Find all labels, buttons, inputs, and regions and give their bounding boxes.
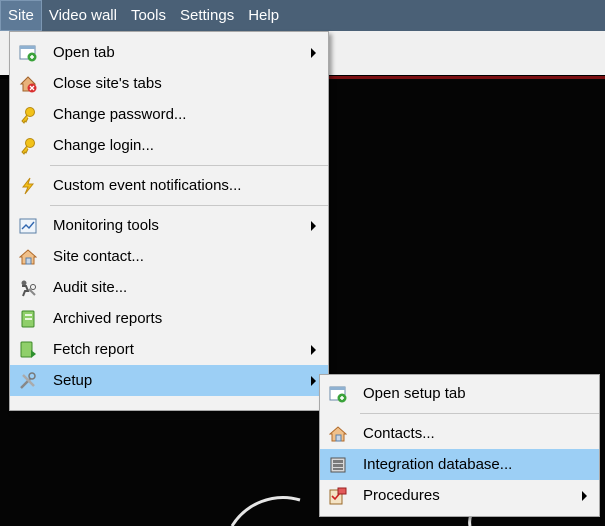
site-menu: Open tab Close site's tabs Change passwo… [9, 31, 329, 411]
menu-item-label: Audit site... [53, 279, 128, 296]
menu-item-open-tab[interactable]: Open tab [10, 37, 328, 68]
menu-item-contacts[interactable]: Contacts... [320, 418, 599, 449]
menu-item-label: Setup [53, 372, 93, 389]
open-tab-icon [18, 43, 38, 63]
audit-icon [18, 278, 38, 298]
menu-item-label: Close site's tabs [53, 75, 162, 92]
menu-item-integration-database[interactable]: Integration database... [320, 449, 599, 480]
menu-item-label: Open tab [53, 44, 115, 61]
menu-separator [360, 413, 599, 414]
open-tab-icon [328, 384, 348, 404]
monitor-chart-icon [18, 216, 38, 236]
menu-separator [50, 165, 328, 166]
menu-item-open-setup-tab[interactable]: Open setup tab [320, 378, 599, 409]
menu-item-label: Monitoring tools [53, 217, 159, 234]
house-contact-icon [18, 247, 38, 267]
menu-item-setup[interactable]: Setup [10, 365, 328, 396]
menu-item-label: Change password... [53, 106, 187, 123]
menu-item-label: Change login... [53, 137, 154, 154]
fetch-report-icon [18, 340, 38, 360]
menu-item-archived-reports[interactable]: Archived reports [10, 303, 328, 334]
menu-item-label: Archived reports [53, 310, 163, 327]
tools-icon [18, 371, 38, 391]
submenu-arrow-icon [311, 375, 316, 386]
lightning-icon [18, 176, 38, 196]
procedures-icon [328, 486, 348, 506]
report-book-icon [18, 309, 38, 329]
menu-item-label: Custom event notifications... [53, 177, 242, 194]
menu-item-label: Open setup tab [363, 385, 466, 402]
menu-item-site-contact[interactable]: Site contact... [10, 241, 328, 272]
menu-item-change-login[interactable]: Change login... [10, 130, 328, 161]
submenu-arrow-icon [582, 490, 587, 501]
menu-item-procedures[interactable]: Procedures [320, 480, 599, 511]
menu-item-audit-site[interactable]: Audit site... [10, 272, 328, 303]
key-icon [18, 105, 38, 125]
menu-item-label: Procedures [363, 487, 440, 504]
menu-item-label: Site contact... [53, 248, 144, 265]
submenu-arrow-icon [311, 47, 316, 58]
menu-item-label: Fetch report [53, 341, 134, 358]
submenu-arrow-icon [311, 220, 316, 231]
menu-separator [50, 205, 328, 206]
database-icon [328, 455, 348, 475]
menu-item-label: Integration database... [363, 456, 513, 473]
menu-item-label: Contacts... [363, 425, 435, 442]
setup-submenu: Open setup tab Contacts... Integration d… [319, 374, 600, 517]
menu-item-fetch-report[interactable]: Fetch report [10, 334, 328, 365]
menu-item-change-password[interactable]: Change password... [10, 99, 328, 130]
close-tabs-icon [18, 74, 38, 94]
menu-item-custom-event-notifications[interactable]: Custom event notifications... [10, 170, 328, 201]
house-contact-icon [328, 424, 348, 444]
key-icon [18, 136, 38, 156]
menu-item-monitoring-tools[interactable]: Monitoring tools [10, 210, 328, 241]
submenu-arrow-icon [311, 344, 316, 355]
menu-item-close-site-tabs[interactable]: Close site's tabs [10, 68, 328, 99]
